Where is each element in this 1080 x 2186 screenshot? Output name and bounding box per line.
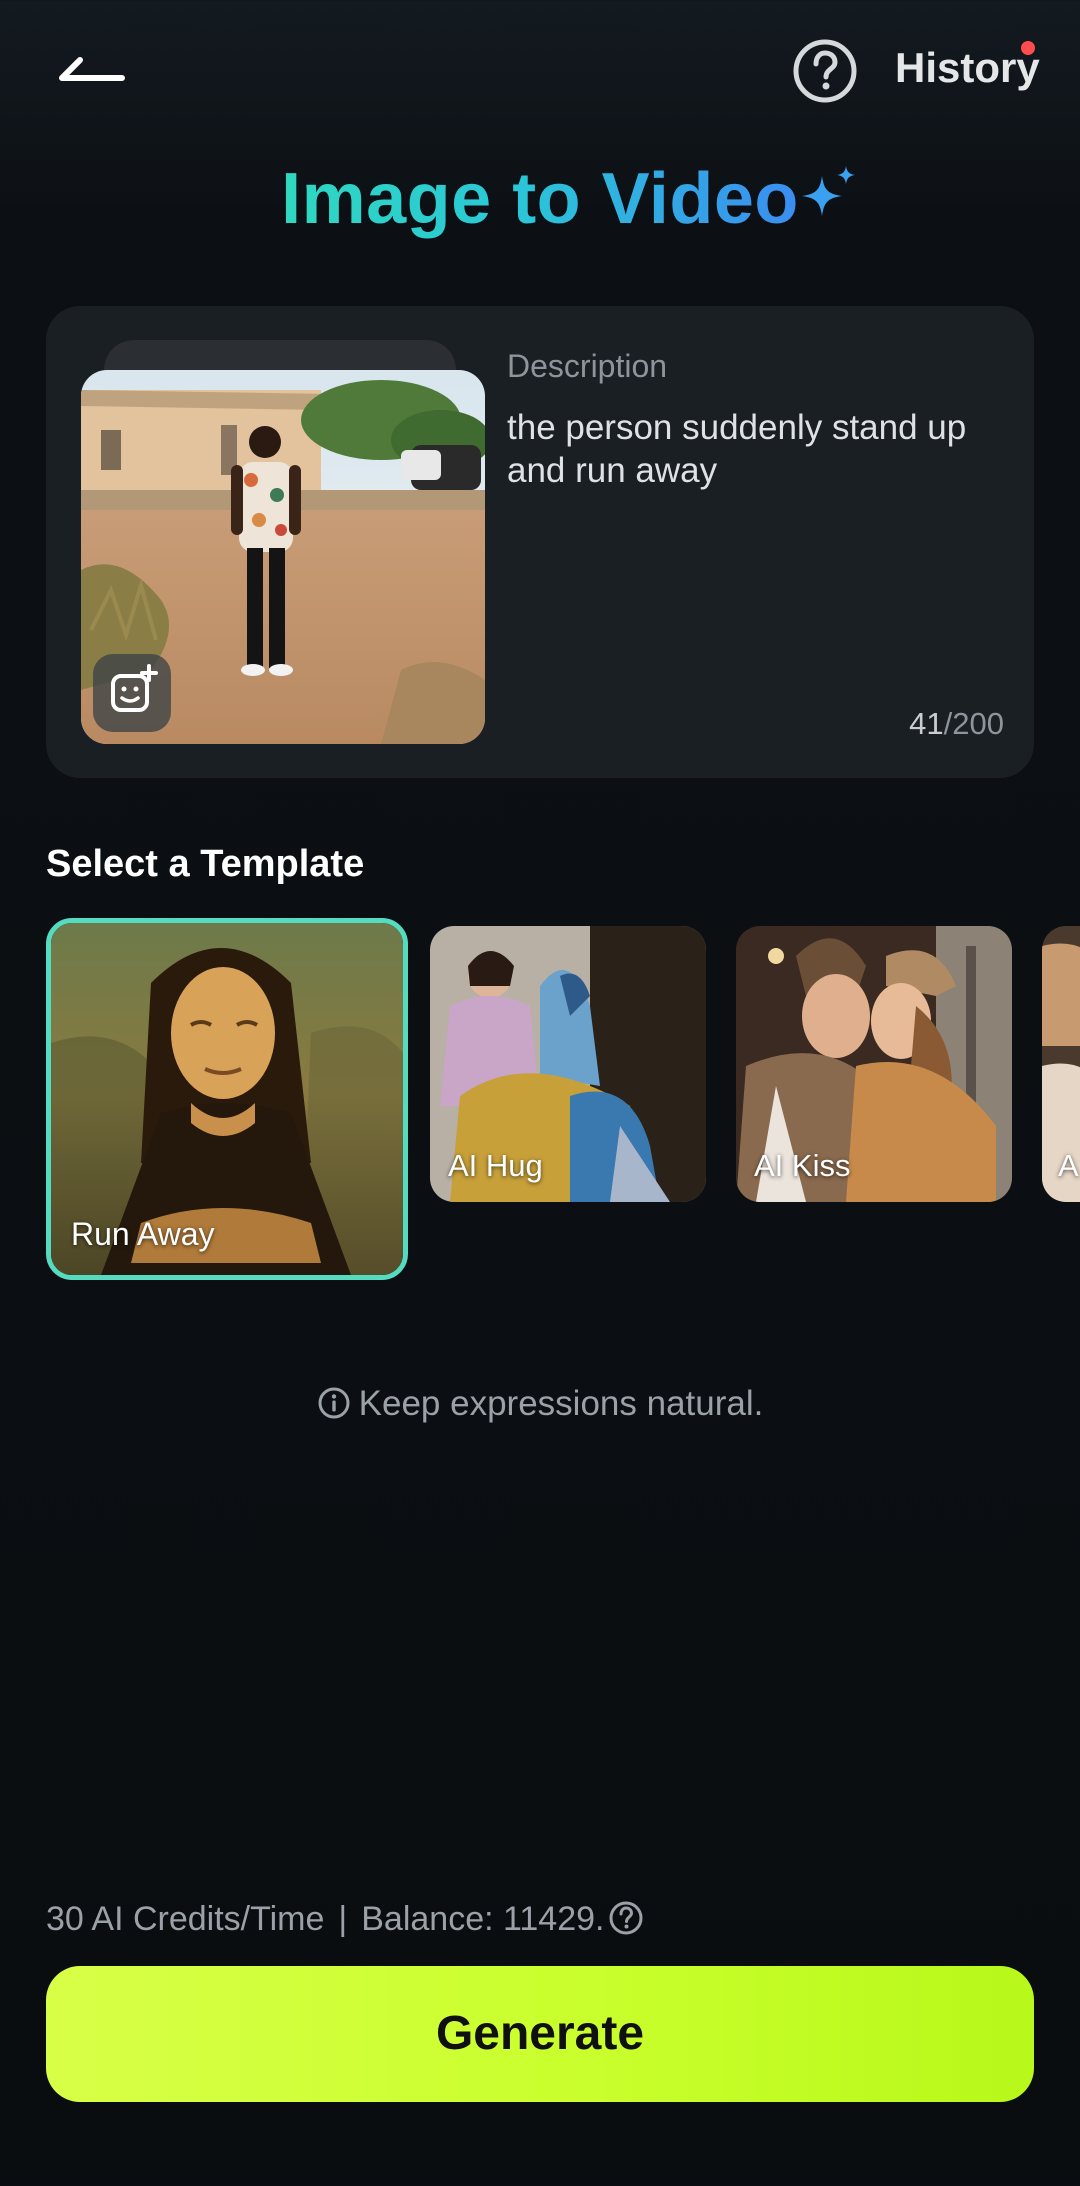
notification-dot	[1021, 41, 1035, 55]
upload-card: Description the person suddenly stand up…	[46, 306, 1034, 778]
uploaded-photo[interactable]	[81, 370, 485, 744]
description-label: Description	[507, 348, 668, 384]
template-card-run-away[interactable]: Run Away	[46, 918, 408, 1280]
top-bar: History	[0, 0, 1080, 150]
question-circle-icon	[793, 39, 857, 103]
help-button[interactable]	[792, 38, 858, 104]
description-input[interactable]: the person suddenly stand up and run awa…	[507, 406, 1007, 492]
credits-cost: 30 AI Credits/Time	[46, 1900, 325, 1938]
credits-separator: |	[338, 1900, 348, 1938]
sparkle-icon	[802, 166, 855, 216]
credits-balance: Balance: 11429.	[361, 1900, 605, 1938]
tip-text: Keep expressions natural.	[358, 1384, 764, 1423]
template-label: Run Away	[71, 1216, 215, 1252]
template-label: AI Kiss	[754, 1148, 851, 1183]
back-button[interactable]	[52, 40, 132, 100]
page-title-wrap: Image to Video	[0, 158, 1080, 240]
char-count: 41	[909, 706, 944, 741]
template-card-partial[interactable]: A	[1042, 926, 1080, 1202]
info-circle-icon	[318, 1387, 350, 1419]
char-limit: /200	[943, 706, 1004, 741]
template-label: A	[1058, 1148, 1079, 1183]
template-label: AI Hug	[448, 1148, 543, 1183]
credits-row: 30 AI Credits/Time | Balance: 11429.	[46, 1900, 644, 1939]
tip-row: Keep expressions natural.	[0, 1384, 1080, 1424]
image-add-icon	[111, 664, 158, 712]
question-circle-icon[interactable]	[608, 1900, 644, 1936]
change-image-button[interactable]	[93, 654, 171, 732]
generate-button[interactable]: Generate	[46, 1966, 1034, 2102]
template-section-title: Select a Template	[46, 843, 365, 885]
history-link[interactable]: History	[895, 44, 1040, 92]
page-title: Image to Video	[281, 159, 799, 239]
template-card-ai-kiss[interactable]: AI Kiss	[736, 926, 1012, 1202]
back-arrow-icon	[59, 57, 125, 81]
char-counter: 41/200	[876, 706, 1004, 742]
template-card-ai-hug[interactable]: AI Hug	[430, 926, 706, 1202]
